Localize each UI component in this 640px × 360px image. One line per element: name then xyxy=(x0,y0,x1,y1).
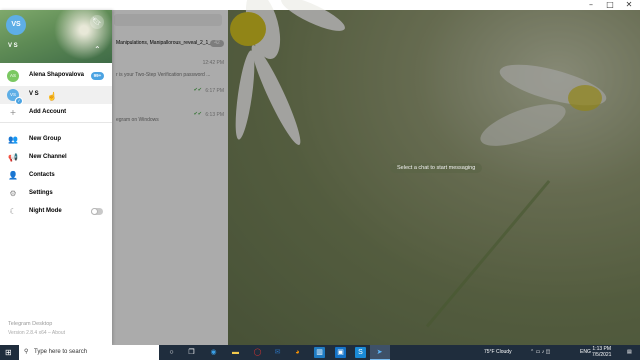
clock[interactable]: 1:13 PM 7/5/2021 xyxy=(592,346,611,358)
maximize-button[interactable]: □ xyxy=(603,0,617,10)
account-name: Alena Shapovalova xyxy=(29,72,85,78)
windows-start-icon[interactable]: ⊞ xyxy=(5,348,14,357)
drawer-header: VS V S 🔖︎ ⌃ xyxy=(0,10,112,63)
menu-label: Add Account xyxy=(29,109,67,115)
plus-icon: + xyxy=(9,108,17,117)
skype-icon[interactable]: S xyxy=(355,347,366,358)
trello-icon[interactable]: ▥ xyxy=(314,347,325,358)
add-account-button[interactable]: + Add Account xyxy=(0,104,112,122)
weather-widget[interactable]: 75°F Cloudy xyxy=(484,349,512,355)
file-explorer-icon[interactable]: ▬ xyxy=(230,347,241,358)
account-alena[interactable]: AS Alena Shapovalova 99+ xyxy=(0,67,112,85)
avatar[interactable]: VS xyxy=(6,15,26,35)
menu-label: New Channel xyxy=(29,154,67,160)
task-view-icon[interactable]: ❐ xyxy=(186,347,197,358)
opera-icon[interactable]: ◯ xyxy=(252,347,263,358)
close-button[interactable]: ✕ xyxy=(622,0,636,10)
outlook-icon[interactable]: ▣ xyxy=(335,347,346,358)
menu-settings[interactable]: ⚙ Settings xyxy=(0,185,112,203)
profile-name: V S xyxy=(8,43,18,49)
taskbar: ⊞ ⚲ Type here to search ○ ❐ ◉ ▬ ◯ ✉ ◕ ▥ … xyxy=(0,345,640,360)
clock-date: 7/5/2021 xyxy=(592,352,612,358)
menu-contacts[interactable]: 👤 Contacts xyxy=(0,167,112,185)
cortana-icon[interactable]: ○ xyxy=(166,347,177,358)
chevron-up-icon[interactable]: ⌃ xyxy=(94,46,101,54)
minimize-button[interactable]: – xyxy=(584,0,598,10)
menu-new-channel[interactable]: 📢 New Channel xyxy=(0,149,112,167)
menu-label: Night Mode xyxy=(29,208,62,214)
search-placeholder: Type here to search xyxy=(34,349,88,355)
account-avatar: AS xyxy=(7,70,19,82)
menu-new-group[interactable]: 👥 New Group xyxy=(0,131,112,149)
menu-label: Settings xyxy=(29,190,53,196)
divider xyxy=(0,122,112,123)
edge-icon[interactable]: ◉ xyxy=(208,347,219,358)
menu-label: New Group xyxy=(29,136,62,142)
contacts-icon: 👤 xyxy=(8,171,18,180)
megaphone-icon: 📢 xyxy=(8,153,18,162)
side-drawer: VS V S 🔖︎ ⌃ AS Alena Shapovalova 99+ VS … xyxy=(0,10,112,345)
hand-cursor-icon: ☝ xyxy=(47,92,57,101)
menu-label: Contacts xyxy=(29,172,55,178)
menu-night-mode[interactable]: ☾ Night Mode xyxy=(0,203,112,221)
moon-icon: ☾ xyxy=(9,207,17,216)
empty-chat-hint: Select a chat to start messaging xyxy=(390,163,483,173)
gear-icon: ⚙ xyxy=(9,189,17,198)
account-name: V S xyxy=(29,91,39,97)
notifications-icon[interactable]: ▤ xyxy=(627,349,632,355)
taskbar-search-box[interactable]: ⚲ Type here to search xyxy=(19,345,159,360)
saved-messages-icon[interactable]: 🔖︎ xyxy=(90,15,104,29)
firefox-icon[interactable]: ◕ xyxy=(292,347,303,358)
telegram-icon: ➤ xyxy=(376,349,383,356)
telegram-taskbar-button[interactable]: ➤ xyxy=(370,345,390,360)
night-mode-toggle[interactable] xyxy=(91,208,103,215)
app-name: Telegram Desktop xyxy=(8,321,53,327)
tray-icons[interactable]: ⌃ ▭ ♪ ◫ xyxy=(530,349,550,355)
language-indicator[interactable]: ENG xyxy=(580,349,591,355)
version-about-link[interactable]: Version 2.8.4 x64 – About xyxy=(8,330,65,336)
mail-icon[interactable]: ✉ xyxy=(272,347,283,358)
group-icon: 👥 xyxy=(8,135,18,144)
header-flower xyxy=(54,10,112,60)
account-vs[interactable]: VS ✓ V S ☝ xyxy=(0,86,112,105)
unread-badge: 99+ xyxy=(91,72,104,80)
search-icon: ⚲ xyxy=(24,349,29,355)
